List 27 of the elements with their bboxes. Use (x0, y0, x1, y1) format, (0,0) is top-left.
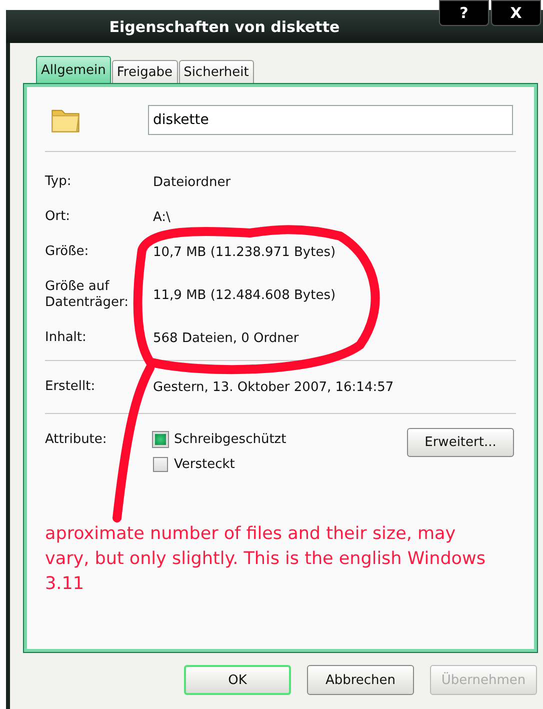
property-label: Ort: (45, 209, 72, 225)
property-value: Dateiordner (153, 174, 232, 190)
help-button[interactable]: ? (439, 0, 489, 26)
annotation-text: aproximate number of files and their size, may vary, but only slightly. This is the english Windows 3.11 (45, 523, 486, 596)
close-button[interactable]: X (491, 0, 541, 26)
checkbox-label: Schreibgeschützt (174, 432, 286, 447)
property-value: Gestern, 13. Oktober 2007, 16:14:57 (153, 380, 395, 394)
property-label: Inhalt: (45, 330, 88, 346)
property-label: Erstellt: (45, 379, 96, 395)
property-value: 568 Dateien, 0 Ordner (153, 330, 300, 346)
tab[interactable]: Sicherheit (178, 60, 254, 84)
checkbox-label: Versteckt (174, 457, 235, 472)
dialog-button[interactable]: OK (184, 665, 291, 695)
window-title: Eigenschaften von diskette (109, 18, 340, 36)
property-label: Typ: (45, 174, 72, 190)
property-value: 11,9 MB (12.484.608 Bytes) (153, 288, 337, 302)
property-label: Größe: (45, 244, 90, 260)
tab[interactable]: Allgemein (36, 56, 111, 84)
property-value: 10,7 MB (11.238.971 Bytes) (153, 244, 337, 260)
property-label: Größe auf Datenträger: (45, 279, 130, 311)
tab[interactable]: Freigabe (112, 60, 178, 84)
attributes-label: Attribute: (45, 431, 108, 448)
property-value: A:\ (153, 210, 172, 224)
name-field[interactable]: diskette (148, 105, 513, 135)
advanced-button[interactable]: Erweitert... (407, 428, 514, 457)
dialog-button[interactable]: Abbrechen (307, 665, 414, 695)
checkbox[interactable] (153, 457, 168, 472)
